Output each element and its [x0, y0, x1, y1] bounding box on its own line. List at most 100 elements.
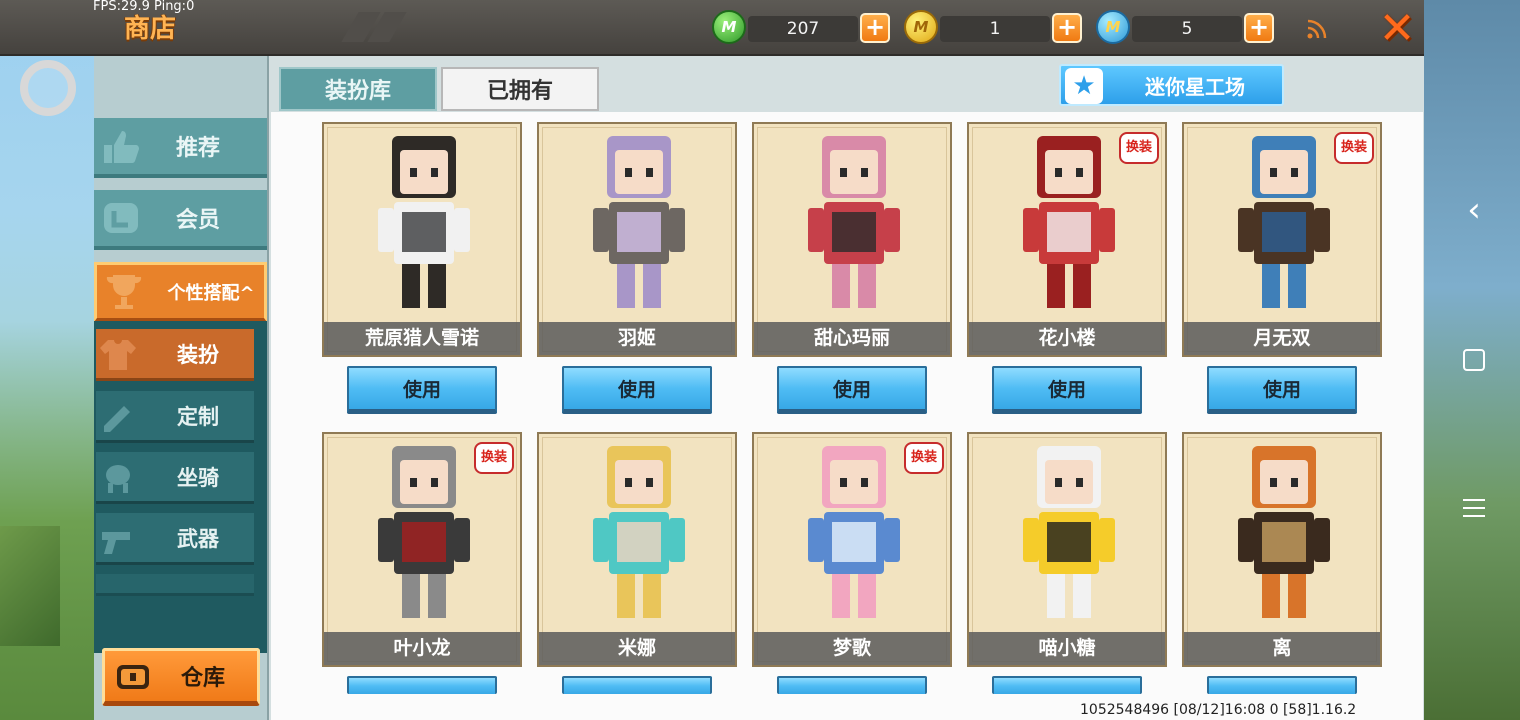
- use-button[interactable]: [347, 676, 497, 694]
- build-info: 1052548496 [08/12]16:08 0 [58]1.16.2: [1080, 702, 1357, 718]
- character-figure: [1238, 446, 1330, 618]
- signal-icon: [1307, 19, 1327, 39]
- skin-name: 花小楼: [969, 322, 1165, 355]
- main-panel: 装扮库 已拥有 ★ 迷你星工场 荒原猎人雪诺 使用 羽姬 使用 甜心玛丽 使用 换装 花小楼使…: [269, 56, 1424, 720]
- skin-card[interactable]: 离: [1182, 432, 1382, 667]
- currency-blue: M 5 +: [1096, 10, 1276, 46]
- top-bar: FPS:29.9 Ping:0 商店 M 207 + M 1 + M 5 + ✕: [0, 0, 1424, 56]
- skin-grid: 荒原猎人雪诺 使用 羽姬 使用 甜心玛丽 使用 换装 花小楼 使用 换装 月无双 使用 换装 叶小龙 米娜换…: [271, 112, 1423, 720]
- menu-nav-icon[interactable]: [1458, 492, 1490, 524]
- character-figure: [808, 446, 900, 618]
- use-button[interactable]: 使用: [1207, 366, 1357, 414]
- warehouse-button[interactable]: 仓库: [102, 648, 260, 706]
- tab-owned[interactable]: 已拥有: [441, 67, 599, 111]
- mount-icon: [106, 464, 130, 493]
- tab-costume-library[interactable]: 装扮库: [279, 67, 437, 111]
- character-figure: [593, 446, 685, 618]
- back-nav-icon[interactable]: ‹: [1458, 190, 1490, 230]
- sidebar-item-costume[interactable]: 装扮: [96, 329, 254, 381]
- swap-badge: 换装: [1334, 132, 1374, 164]
- skin-card[interactable]: 换装月无双: [1182, 122, 1382, 357]
- add-coins-button[interactable]: +: [1052, 13, 1082, 43]
- skin-card[interactable]: 羽姬: [537, 122, 737, 357]
- character-figure: [378, 446, 470, 618]
- sidebar: 推荐 会员 个性搭配^ 装扮 定制 坐骑 武器 仓库: [94, 56, 269, 720]
- skin-card[interactable]: 换装花小楼: [967, 122, 1167, 357]
- skin-name: 甜心玛丽: [754, 322, 950, 355]
- outfit-submenu: 装扮 定制 坐骑 武器: [94, 321, 267, 653]
- sidebar-item-label: 坐骑: [177, 465, 219, 490]
- skin-card[interactable]: 米娜: [537, 432, 737, 667]
- skin-name: 离: [1184, 632, 1380, 665]
- chest-icon: [117, 665, 149, 689]
- world-background-left: [0, 56, 94, 720]
- swap-badge: 换装: [474, 442, 514, 474]
- pencil-icon: [104, 405, 130, 432]
- star-icon: ★: [1065, 68, 1103, 104]
- use-button[interactable]: 使用: [992, 366, 1142, 414]
- skin-card[interactable]: 甜心玛丽: [752, 122, 952, 357]
- sidebar-item-partial[interactable]: [96, 574, 254, 596]
- blue-coin-icon: M: [1096, 10, 1130, 44]
- skin-name: 月无双: [1184, 322, 1380, 355]
- trophy-icon: [106, 274, 142, 309]
- sidebar-item-mount[interactable]: 坐骑: [96, 452, 254, 504]
- use-button[interactable]: 使用: [562, 366, 712, 414]
- sidebar-item-member[interactable]: 会员: [94, 190, 267, 250]
- skin-name: 羽姬: [539, 322, 735, 355]
- sidebar-item-recommend[interactable]: 推荐: [94, 118, 267, 178]
- character-figure: [1023, 446, 1115, 618]
- mini-studio-label: 迷你星工场: [1145, 74, 1245, 99]
- skin-card[interactable]: 换装叶小龙: [322, 432, 522, 667]
- sidebar-item-outfit[interactable]: 个性搭配^: [94, 262, 267, 322]
- use-button[interactable]: [992, 676, 1142, 694]
- member-icon: [104, 203, 138, 233]
- character-figure: [1238, 136, 1330, 308]
- skin-card[interactable]: 喵小糖: [967, 432, 1167, 667]
- sidebar-item-label: 会员: [175, 208, 220, 233]
- skin-card[interactable]: 荒原猎人雪诺: [322, 122, 522, 357]
- skin-name: 梦歌: [754, 632, 950, 665]
- use-button[interactable]: [562, 676, 712, 694]
- currency-value: 1: [940, 16, 1050, 42]
- currency-value: 207: [748, 16, 858, 42]
- use-button[interactable]: [1207, 676, 1357, 694]
- add-gems-button[interactable]: +: [860, 13, 890, 43]
- currency-value: 5: [1132, 16, 1242, 42]
- sidebar-item-label: 定制: [177, 404, 219, 429]
- shirt-icon: [100, 339, 136, 370]
- skin-name: 叶小龙: [324, 632, 520, 665]
- sidebar-item-label: 装扮: [177, 342, 219, 367]
- character-figure: [378, 136, 470, 308]
- green-gem-icon: M: [712, 10, 746, 44]
- character-figure: [1023, 136, 1115, 308]
- thumbs-up-icon: [104, 131, 139, 163]
- skin-name: 荒原猎人雪诺: [324, 322, 520, 355]
- currency-gold: M 1 +: [904, 10, 1084, 46]
- use-button[interactable]: 使用: [777, 366, 927, 414]
- grass-block: [0, 526, 60, 646]
- sidebar-item-weapon[interactable]: 武器: [96, 513, 254, 565]
- mini-studio-button[interactable]: ★ 迷你星工场: [1059, 64, 1284, 106]
- record-button[interactable]: [20, 60, 76, 116]
- use-button[interactable]: 使用: [347, 366, 497, 414]
- skin-name: 喵小糖: [969, 632, 1165, 665]
- skin-card[interactable]: 换装梦歌: [752, 432, 952, 667]
- gold-coin-icon: M: [904, 10, 938, 44]
- home-nav-icon[interactable]: [1458, 344, 1490, 376]
- close-icon[interactable]: ✕: [1370, 0, 1424, 56]
- swap-badge: 换装: [1119, 132, 1159, 164]
- skin-name: 米娜: [539, 632, 735, 665]
- sidebar-item-label: 个性搭配^: [167, 282, 255, 304]
- character-figure: [593, 136, 685, 308]
- revolver-icon: [102, 531, 130, 554]
- page-title: 商店: [124, 14, 177, 44]
- use-button[interactable]: [777, 676, 927, 694]
- sidebar-item-customize[interactable]: 定制: [96, 391, 254, 443]
- swap-badge: 换装: [904, 442, 944, 474]
- character-figure: [808, 136, 900, 308]
- sidebar-item-label: 武器: [177, 526, 219, 551]
- warehouse-label: 仓库: [180, 666, 225, 691]
- add-mini-coins-button[interactable]: +: [1244, 13, 1274, 43]
- sidebar-item-label: 推荐: [175, 136, 220, 161]
